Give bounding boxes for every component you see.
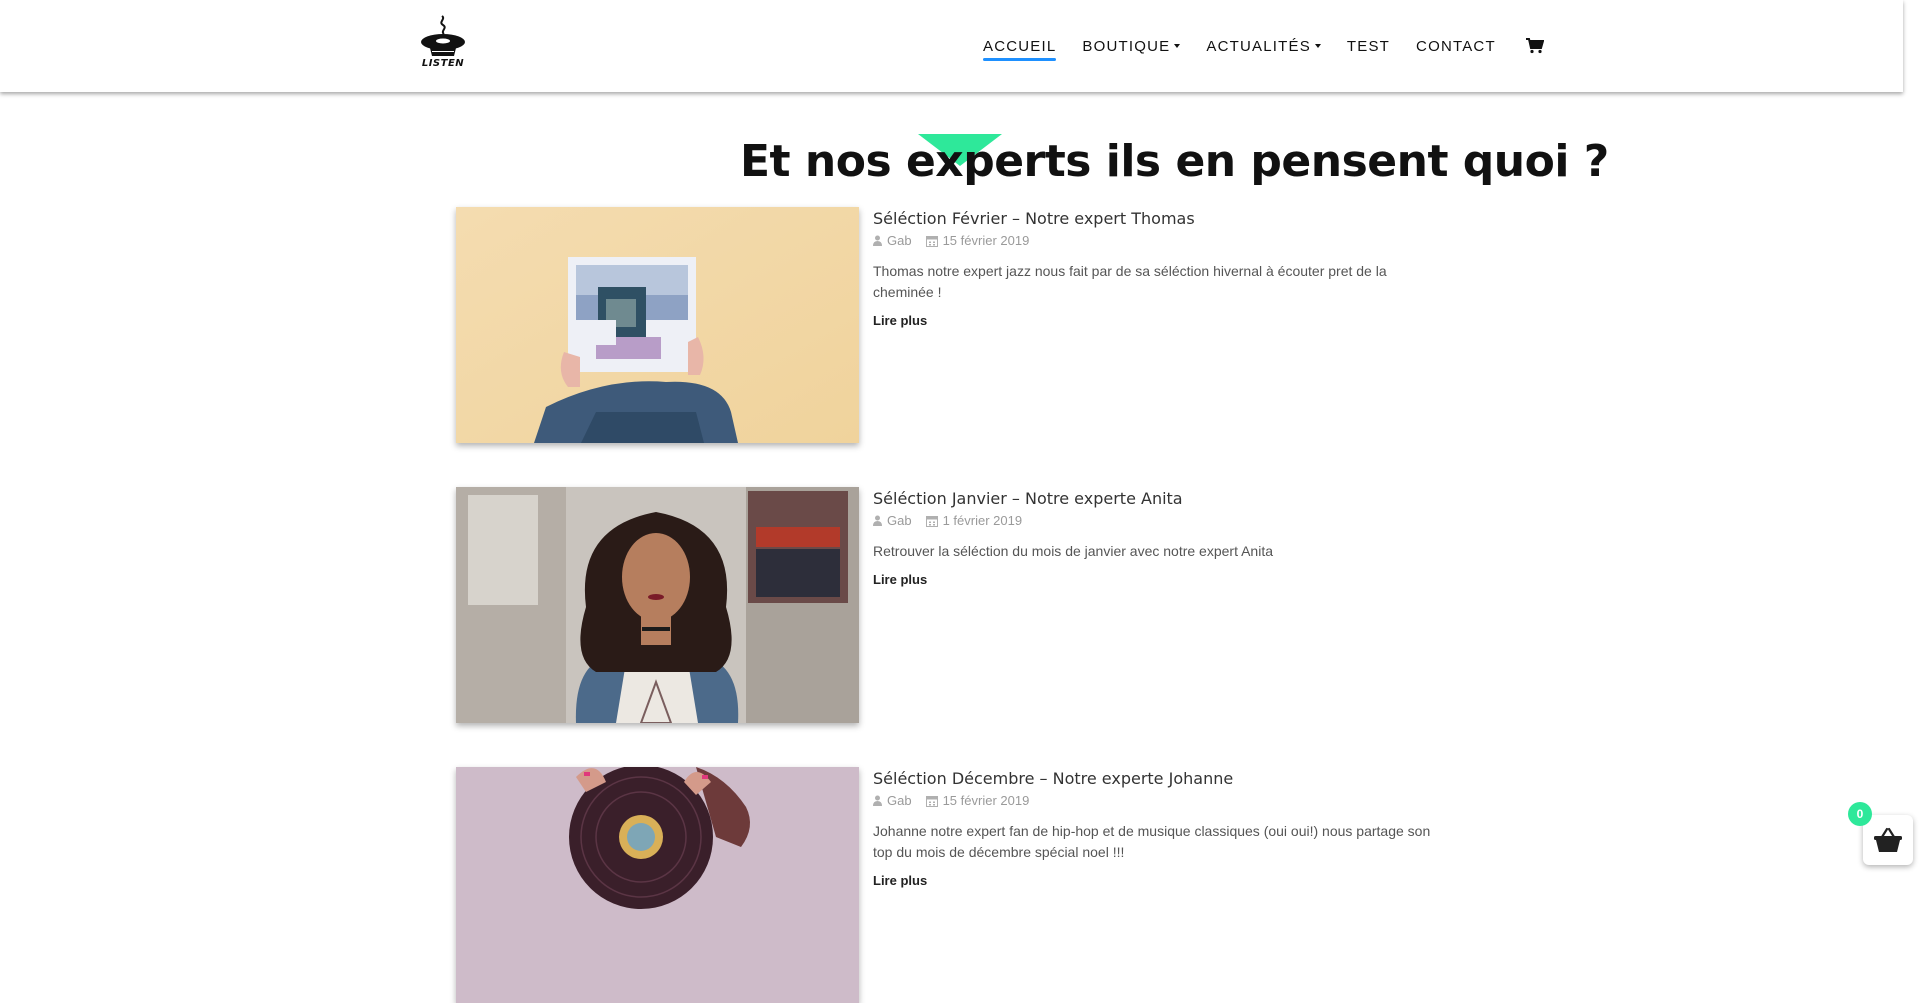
calendar-icon bbox=[925, 795, 938, 807]
shopping-cart-icon[interactable] bbox=[1525, 38, 1544, 54]
nav-contact-label: CONTACT bbox=[1416, 37, 1496, 55]
nav-accueil[interactable]: ACCUEIL bbox=[983, 37, 1057, 61]
caret-down-icon bbox=[1174, 44, 1181, 48]
article-meta: Gab 15 février 2019 bbox=[873, 233, 1029, 248]
article-title[interactable]: Séléction Janvier – Notre experte Anita bbox=[873, 489, 1183, 508]
nav-accueil-label: ACCUEIL bbox=[983, 37, 1057, 55]
site-header: LISTEN ACCUEIL BOUTIQUE ACTUALITÉS TEST … bbox=[0, 0, 1903, 92]
article-excerpt: Retrouver la séléction du mois de janvie… bbox=[873, 543, 1273, 559]
article-thumbnail[interactable] bbox=[456, 207, 859, 443]
article-title[interactable]: Séléction Décembre – Notre experte Johan… bbox=[873, 769, 1233, 788]
nav-boutique-label: BOUTIQUE bbox=[1082, 37, 1171, 55]
article-excerpt: Johanne notre expert fan de hip-hop et d… bbox=[873, 823, 1431, 860]
logo-text: LISTEN bbox=[421, 58, 465, 69]
calendar-icon bbox=[925, 515, 938, 527]
article-image bbox=[456, 767, 859, 1003]
article-date[interactable]: 1 février 2019 bbox=[943, 513, 1023, 528]
article-title[interactable]: Séléction Février – Notre expert Thomas bbox=[873, 209, 1195, 228]
basket-icon bbox=[1874, 827, 1902, 852]
article-image bbox=[456, 487, 859, 723]
nav-actualites[interactable]: ACTUALITÉS bbox=[1206, 38, 1321, 55]
vinyl-logo-icon bbox=[421, 15, 465, 56]
article-author[interactable]: Gab bbox=[887, 513, 912, 528]
caret-down-icon bbox=[1314, 44, 1321, 48]
article-author[interactable]: Gab bbox=[887, 793, 912, 808]
article-thumbnail[interactable] bbox=[456, 487, 859, 723]
section-title: Et nos experts ils en pensent quoi ? bbox=[740, 136, 1609, 187]
user-icon bbox=[873, 515, 882, 526]
read-more-link[interactable]: Lire plus bbox=[873, 313, 927, 328]
read-more-link[interactable]: Lire plus bbox=[873, 572, 927, 587]
user-icon bbox=[873, 235, 882, 246]
article-meta: Gab 1 février 2019 bbox=[873, 513, 1022, 528]
article-excerpt: Thomas notre expert jazz nous fait par d… bbox=[873, 263, 1387, 300]
user-icon bbox=[873, 795, 882, 806]
nav-test-label: TEST bbox=[1346, 37, 1391, 55]
cart-count-badge: 0 bbox=[1848, 802, 1872, 826]
nav-actualites-label: ACTUALITÉS bbox=[1206, 37, 1311, 55]
article-date[interactable]: 15 février 2019 bbox=[943, 793, 1030, 808]
article-meta: Gab 15 février 2019 bbox=[873, 793, 1029, 808]
logo[interactable]: LISTEN bbox=[418, 14, 468, 74]
main-nav: ACCUEIL BOUTIQUE ACTUALITÉS TEST CONTACT bbox=[983, 34, 1544, 61]
article-author[interactable]: Gab bbox=[887, 233, 912, 248]
nav-contact[interactable]: CONTACT bbox=[1416, 38, 1496, 55]
article-date[interactable]: 15 février 2019 bbox=[943, 233, 1030, 248]
calendar-icon bbox=[925, 235, 938, 247]
nav-boutique[interactable]: BOUTIQUE bbox=[1082, 37, 1181, 55]
read-more-link[interactable]: Lire plus bbox=[873, 873, 927, 888]
article-thumbnail[interactable] bbox=[456, 767, 859, 1003]
article-image bbox=[456, 207, 859, 443]
floating-cart-button[interactable] bbox=[1863, 815, 1913, 865]
nav-test[interactable]: TEST bbox=[1347, 38, 1390, 55]
